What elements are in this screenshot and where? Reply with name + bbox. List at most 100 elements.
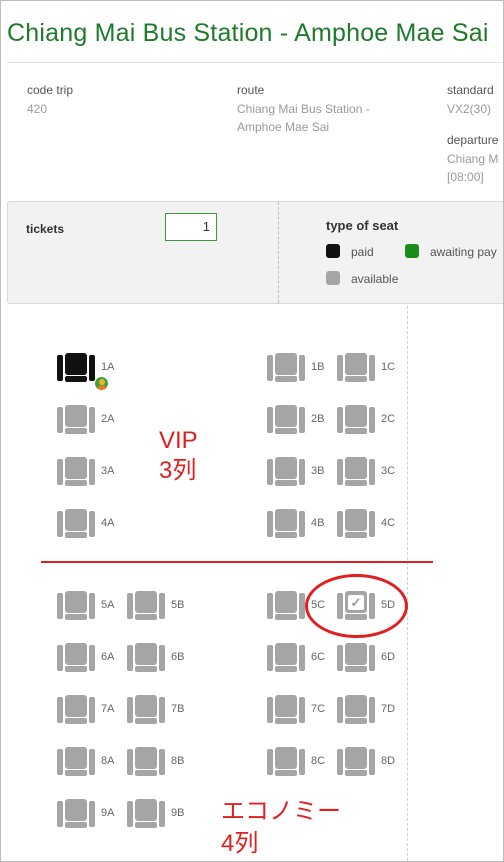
seat-armrest [89,459,95,485]
seat-back [65,695,87,717]
page-title: Chiang Mai Bus Station - Amphoe Mae Sai [7,19,489,47]
seat-6a[interactable] [57,643,95,673]
seat-7b[interactable] [127,695,165,725]
seat-4b[interactable] [267,509,305,539]
seat-cushion [135,614,157,620]
seat-7a[interactable] [57,695,95,725]
seat-back [275,509,297,531]
economy-annotation-line1: エコノミー [221,798,341,825]
seat-9a[interactable] [57,799,95,829]
seat-armrest [369,511,375,537]
route-label: route [237,83,265,97]
seat-1c[interactable] [337,353,375,383]
seat-cushion [275,376,297,382]
code-trip-label: code trip [27,83,74,97]
seat-armrest [159,593,165,619]
seat-label: 3B [311,465,325,477]
legend-available-swatch [326,271,340,285]
seat-4a[interactable] [57,509,95,539]
seat-label: 2B [311,413,325,425]
seat-5c[interactable] [267,591,305,621]
seat-8c[interactable] [267,747,305,777]
seat-back [65,509,87,531]
seat-armrest [57,645,63,671]
seat-cushion [275,480,297,486]
legend-awaiting-label: awaiting pay [430,245,497,259]
seat-back [275,353,297,375]
seat-armrest [127,645,133,671]
seat-armrest [267,459,273,485]
seat-armrest [159,645,165,671]
seat-2b[interactable] [267,405,305,435]
seat-3c[interactable] [337,457,375,487]
seat-armrest [337,645,343,671]
seat-8b[interactable] [127,747,165,777]
seat-back [345,695,367,717]
seat-6d[interactable] [337,643,375,673]
seat-back [65,353,87,375]
seat-armrest [337,355,343,381]
seat-cushion [65,822,87,828]
seat-label: 8B [171,755,185,767]
seat-1b[interactable] [267,353,305,383]
seat-2a[interactable] [57,405,95,435]
seat-armrest [159,749,165,775]
seat-armrest [267,593,273,619]
seat-7d[interactable] [337,695,375,725]
seat-back [65,747,87,769]
seat-9b[interactable] [127,799,165,829]
seat-armrest [299,749,305,775]
seat-8a[interactable] [57,747,95,777]
seat-armrest [299,459,305,485]
seat-armrest [369,355,375,381]
seat-label: 8D [381,755,396,767]
seat-5b[interactable] [127,591,165,621]
seat-cushion [135,718,157,724]
seat-label: 1B [311,361,325,373]
seat-armrest [89,697,95,723]
seat-3a[interactable] [57,457,95,487]
seat-back [345,509,367,531]
seat-armrest [267,407,273,433]
standard-value: VX2(30) [447,102,492,116]
seat-back [345,353,367,375]
seat-7c[interactable] [267,695,305,725]
seat-armrest [57,593,63,619]
seat-armrest [89,407,95,433]
legend-paid-swatch [326,244,340,258]
seat-armrest [369,645,375,671]
seat-6b[interactable] [127,643,165,673]
seat-back [65,591,87,613]
seat-2c[interactable] [337,405,375,435]
seat-back [65,405,87,427]
seat-back [345,405,367,427]
tickets-input[interactable]: 1 [165,213,217,241]
seat-armrest [369,459,375,485]
seat-label: 6A [101,651,115,663]
seat-armrest [89,511,95,537]
seat-label: 4B [311,517,325,529]
seat-3b[interactable] [267,457,305,487]
seat-cushion [345,428,367,434]
seat-4c[interactable] [337,509,375,539]
seat-label: 1C [381,361,396,373]
booking-page: Chiang Mai Bus Station - Amphoe Mae Sai … [0,0,504,862]
seat-1a[interactable] [57,353,95,383]
seat-back [275,747,297,769]
seat-cushion [65,614,87,620]
seat-armrest [57,697,63,723]
seat-8d[interactable] [337,747,375,777]
economy-annotation-line2: 4列 [221,830,259,857]
seat-5a[interactable] [57,591,95,621]
seat-label: 7B [171,703,185,715]
vip-annotation-line2: 3列 [159,457,197,484]
seat-back [135,747,157,769]
seat-back [345,747,367,769]
seat-armrest [159,801,165,827]
seat-armrest [57,407,63,433]
seat-6c[interactable] [267,643,305,673]
seat-label: 7A [101,703,115,715]
seat-back [65,643,87,665]
seat-back [275,457,297,479]
seat-armrest [337,407,343,433]
